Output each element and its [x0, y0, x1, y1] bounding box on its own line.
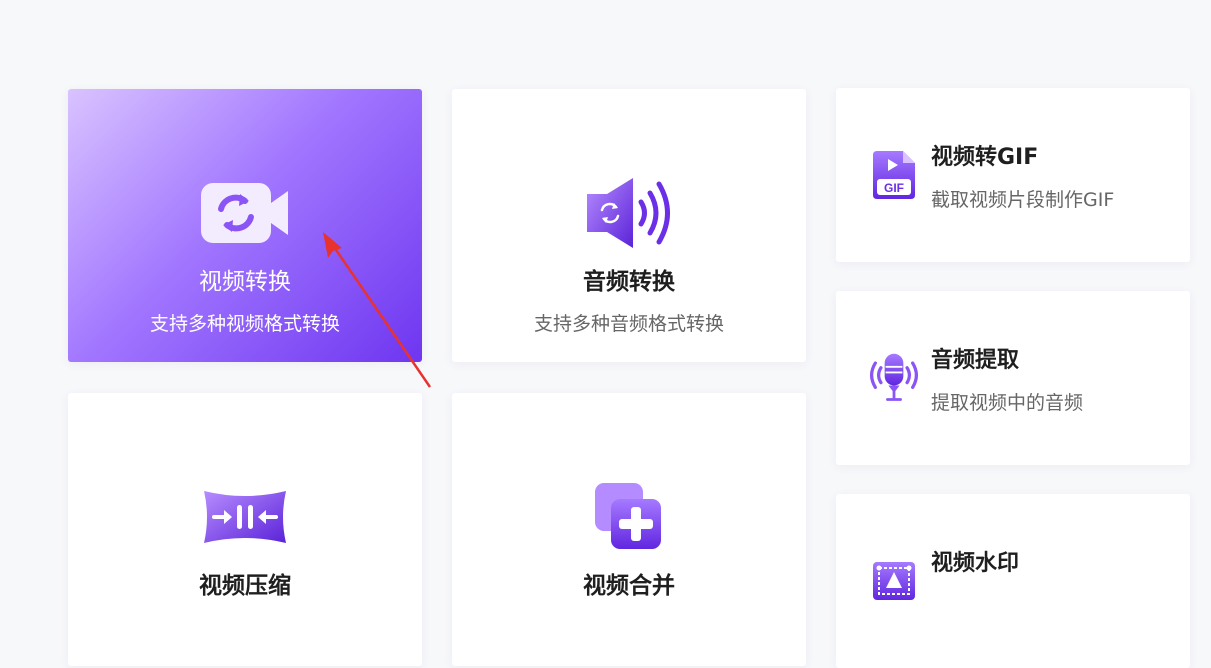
microphone-icon: [866, 349, 922, 407]
video-convert-card[interactable]: 视频转换 支持多种视频格式转换: [68, 89, 422, 362]
audio-extract-desc: 提取视频中的音频: [931, 392, 1084, 414]
audio-convert-card[interactable]: 音频转换 支持多种音频格式转换: [452, 89, 806, 362]
video-convert-desc: 支持多种视频格式转换: [149, 313, 340, 335]
merge-plus-icon: [579, 479, 679, 555]
video-to-gif-card[interactable]: GIF 视频转GIF 截取视频片段制作GIF: [836, 88, 1190, 262]
video-watermark-card[interactable]: 视频水印: [836, 494, 1190, 668]
audio-convert-desc: 支持多种音频格式转换: [533, 313, 724, 335]
video-watermark-title: 视频水印: [931, 551, 1020, 576]
audio-extract-card[interactable]: 音频提取 提取视频中的音频: [836, 291, 1190, 465]
video-merge-title: 视频合并: [583, 573, 675, 599]
video-to-gif-desc: 截取视频片段制作GIF: [931, 189, 1115, 211]
audio-convert-title: 音频转换: [583, 269, 675, 295]
audio-convert-icon: [579, 175, 679, 251]
audio-extract-title: 音频提取: [931, 348, 1020, 373]
video-convert-icon: [195, 175, 295, 251]
gif-file-icon: GIF: [866, 146, 922, 204]
video-compress-title: 视频压缩: [199, 573, 291, 599]
watermark-icon: [866, 552, 922, 610]
compress-icon: [195, 479, 295, 555]
video-convert-title: 视频转换: [199, 269, 291, 295]
video-compress-card[interactable]: 视频压缩: [68, 393, 422, 666]
gif-icon-label: GIF: [884, 181, 904, 195]
video-to-gif-title: 视频转GIF: [931, 145, 1039, 170]
video-merge-card[interactable]: 视频合并: [452, 393, 806, 666]
